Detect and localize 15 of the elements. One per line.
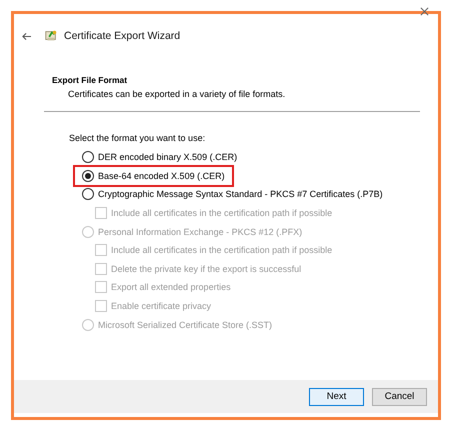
close-icon[interactable] (420, 7, 429, 16)
radio-button[interactable] (82, 170, 94, 182)
dialog-button[interactable]: Cancel (372, 388, 427, 406)
radio-label[interactable]: Base-64 encoded X.509 (.CER) (98, 170, 225, 181)
radio-button[interactable] (82, 188, 94, 200)
dialog-button[interactable]: Next (309, 388, 364, 406)
radio-label[interactable]: DER encoded binary X.509 (.CER) (98, 152, 238, 162)
window-title: Certificate Export Wizard (64, 30, 180, 42)
back-arrow-icon[interactable] (21, 32, 32, 40)
section-title: Export File Format (52, 74, 128, 87)
section-subtitle: Certificates can be exported in a variety of file formats. (67, 88, 286, 101)
prompt-text: Select the format you want to use: (68, 132, 206, 145)
radio-label[interactable]: Cryptographic Message Syntax Standard - PKCS #7 Certificates (.P7B) (98, 189, 383, 200)
radio-button[interactable] (82, 151, 94, 164)
certificate-icon (44, 29, 58, 43)
